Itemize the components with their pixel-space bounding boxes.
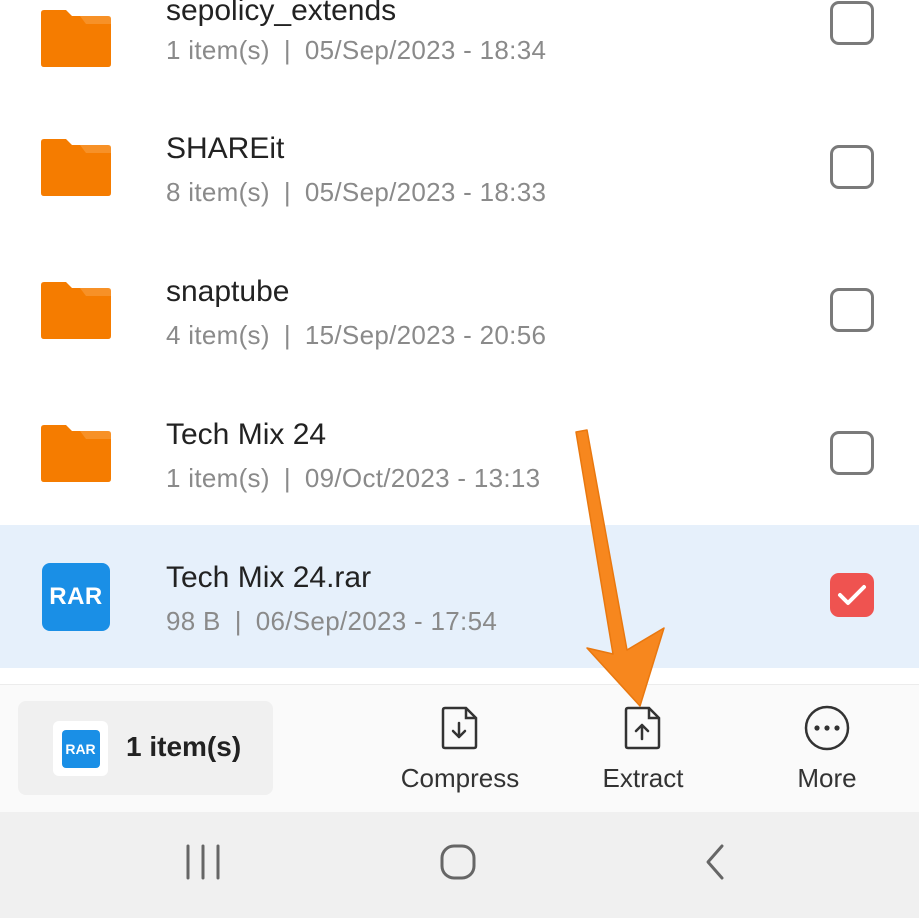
- folder-icon: [41, 139, 111, 196]
- extract-icon: [624, 706, 661, 750]
- item-count: 1 item(s): [166, 463, 270, 493]
- selection-count: 1 item(s): [126, 731, 242, 762]
- list-item-selected[interactable]: RAR Tech Mix 24.rar 98 B | 06/Sep/2023 - 1…: [0, 525, 919, 668]
- file-name: sepolicy_extends: [166, 0, 397, 27]
- back-icon[interactable]: [700, 842, 730, 882]
- item-count: 8 item(s): [166, 177, 270, 207]
- item-count: 1 item(s): [166, 35, 270, 65]
- more-icon: [804, 705, 850, 751]
- compress-button[interactable]: Compress: [375, 705, 545, 800]
- select-checkbox[interactable]: [830, 145, 874, 189]
- compress-label: Compress: [400, 763, 520, 793]
- system-nav-bar: [0, 812, 919, 918]
- list-item[interactable]: SHAREit 8 item(s) | 05/Sep/2023 - 18:33: [0, 92, 919, 235]
- home-icon[interactable]: [439, 842, 479, 882]
- list-item[interactable]: Tech Mix 24 1 item(s) | 09/Oct/2023 - 13:1…: [0, 378, 919, 521]
- file-meta: 1 item(s) | 05/Sep/2023 - 18:34: [166, 35, 547, 65]
- file-name: snaptube: [166, 275, 290, 308]
- file-size: 98 B: [166, 606, 221, 636]
- file-meta: 4 item(s) | 15/Sep/2023 - 20:56: [166, 320, 547, 350]
- select-checkbox[interactable]: [830, 431, 874, 475]
- folder-icon: [41, 425, 111, 482]
- more-label: More: [797, 763, 857, 793]
- file-meta: 8 item(s) | 05/Sep/2023 - 18:33: [166, 177, 547, 207]
- compress-icon: [441, 706, 478, 750]
- file-meta: 98 B | 06/Sep/2023 - 17:54: [166, 606, 498, 636]
- file-name: SHAREit: [166, 132, 285, 165]
- file-name: Tech Mix 24: [166, 418, 327, 451]
- action-toolbar: RAR 1 item(s) Compress Extract More: [0, 684, 919, 813]
- list-item[interactable]: snaptube 4 item(s) | 15/Sep/2023 - 20:56: [0, 235, 919, 378]
- select-checkbox[interactable]: [830, 1, 874, 45]
- modified-date: 09/Oct/2023 - 13:13: [304, 463, 541, 493]
- select-checkbox-checked[interactable]: [830, 573, 874, 617]
- check-icon: [838, 585, 866, 605]
- more-button[interactable]: More: [742, 705, 912, 800]
- select-checkbox[interactable]: [830, 288, 874, 332]
- rar-file-icon: RAR: [53, 721, 108, 776]
- folder-icon: [41, 282, 111, 339]
- file-name: Tech Mix 24.rar: [166, 561, 372, 594]
- modified-date: 15/Sep/2023 - 20:56: [304, 320, 547, 350]
- modified-date: 05/Sep/2023 - 18:34: [304, 35, 547, 65]
- extract-label: Extract: [602, 763, 684, 793]
- extract-button[interactable]: Extract: [558, 705, 728, 800]
- modified-date: 05/Sep/2023 - 18:33: [304, 177, 547, 207]
- recents-icon[interactable]: [183, 842, 223, 882]
- rar-file-icon: RAR: [42, 563, 110, 631]
- folder-icon: [41, 10, 111, 67]
- list-item[interactable]: sepolicy_extends 1 item(s) | 05/Sep/2023 -…: [0, 0, 919, 92]
- selection-summary: RAR 1 item(s): [18, 701, 273, 795]
- modified-date: 06/Sep/2023 - 17:54: [255, 606, 498, 636]
- item-count: 4 item(s): [166, 320, 270, 350]
- file-meta: 1 item(s) | 09/Oct/2023 - 13:13: [166, 463, 541, 493]
